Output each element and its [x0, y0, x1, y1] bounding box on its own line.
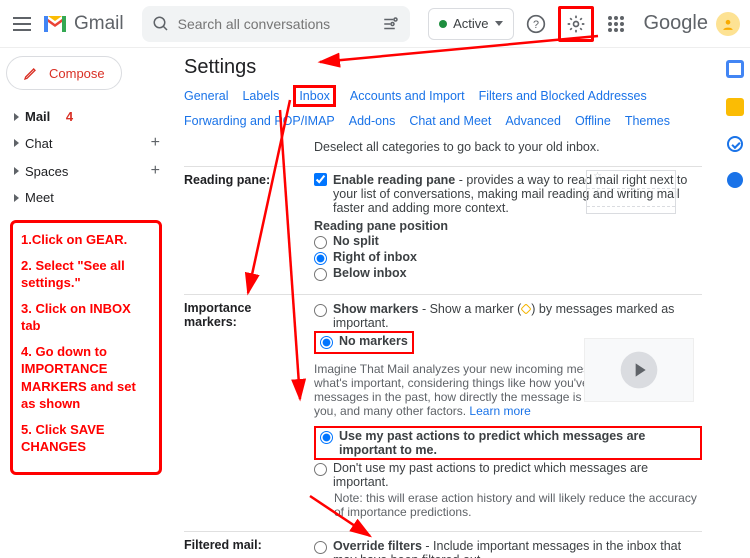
- use-past-highlight: Use my past actions to predict which mes…: [314, 426, 702, 460]
- play-icon: [619, 350, 659, 390]
- tab-advanced[interactable]: Advanced: [505, 114, 561, 128]
- header: Gmail Active ? Google: [0, 0, 750, 48]
- active-dot-icon: [439, 20, 447, 28]
- below-inbox-radio[interactable]: [314, 268, 327, 281]
- enable-reading-pane-checkbox[interactable]: [314, 173, 327, 186]
- keep-icon[interactable]: [726, 98, 744, 116]
- active-label: Active: [453, 16, 488, 31]
- tab-general[interactable]: General: [184, 89, 228, 106]
- right-inbox-radio[interactable]: [314, 252, 327, 265]
- tasks-icon[interactable]: [727, 136, 743, 152]
- deselect-note: Deselect all categories to go back to yo…: [314, 140, 702, 154]
- no-markers-radio[interactable]: [320, 336, 333, 349]
- caret-icon: [14, 113, 19, 121]
- illustration-placeholder: [584, 338, 694, 402]
- compose-button[interactable]: Compose: [6, 56, 122, 90]
- tab-filters[interactable]: Filters and Blocked Addresses: [479, 89, 647, 106]
- side-panel: [720, 48, 750, 558]
- tab-forwarding[interactable]: Forwarding and POP/IMAP: [184, 114, 335, 128]
- gear-highlight: [558, 6, 594, 42]
- help-icon[interactable]: ?: [522, 10, 550, 38]
- tab-chatmeet[interactable]: Chat and Meet: [409, 114, 491, 128]
- settings-tabs: General Labels Inbox Accounts and Import…: [184, 89, 702, 128]
- search-bar[interactable]: [142, 6, 410, 42]
- chevron-down-icon: [495, 21, 503, 27]
- dont-use-past-radio[interactable]: [314, 463, 327, 476]
- page-title: Settings: [184, 56, 702, 79]
- avatar[interactable]: [716, 12, 740, 36]
- svg-text:?: ?: [532, 19, 538, 31]
- avatar-icon: [721, 17, 735, 31]
- filtered-label: Filtered mail:: [184, 538, 304, 552]
- sidebar-item-chat[interactable]: Chat +: [6, 129, 164, 157]
- use-past-radio[interactable]: [320, 431, 333, 444]
- no-split-radio[interactable]: [314, 236, 327, 249]
- tab-inbox-wrapper: Inbox: [293, 89, 336, 106]
- tab-addons[interactable]: Add-ons: [349, 114, 396, 128]
- sidebar-item-mail[interactable]: Mail 4: [6, 104, 164, 129]
- tune-icon[interactable]: [382, 15, 400, 33]
- reading-pane-label: Reading pane:: [184, 173, 304, 187]
- override-filters-radio[interactable]: [314, 541, 327, 554]
- search-input[interactable]: [178, 16, 374, 32]
- settings-gear-icon[interactable]: [562, 10, 590, 38]
- plus-icon[interactable]: +: [151, 134, 160, 152]
- gmail-text: Gmail: [74, 13, 124, 35]
- sidebar-item-spaces[interactable]: Spaces +: [6, 157, 164, 185]
- caret-icon: [14, 139, 19, 147]
- plus-icon[interactable]: +: [151, 162, 160, 180]
- caret-icon: [14, 194, 19, 202]
- instruction-overlay: 1.Click on GEAR. 2. Select "See all sett…: [10, 220, 162, 475]
- no-markers-highlight: No markers: [314, 331, 414, 354]
- compose-label: Compose: [49, 66, 105, 81]
- google-logo-text: Google: [644, 12, 709, 35]
- importance-label: Importance markers:: [184, 301, 304, 329]
- apps-icon[interactable]: [602, 10, 630, 38]
- tab-inbox[interactable]: Inbox: [293, 85, 336, 107]
- contacts-icon[interactable]: [727, 172, 743, 188]
- search-icon: [152, 15, 170, 33]
- learn-more-link[interactable]: Learn more: [469, 404, 530, 418]
- show-markers-radio[interactable]: [314, 304, 327, 317]
- reading-pos-heading: Reading pane position: [314, 219, 702, 233]
- tab-offline[interactable]: Offline: [575, 114, 611, 128]
- categories-preview: ☆☆: [586, 170, 676, 214]
- tab-themes[interactable]: Themes: [625, 114, 670, 128]
- calendar-icon[interactable]: [726, 60, 744, 78]
- gmail-logo: Gmail: [42, 13, 124, 35]
- sidebar-item-meet[interactable]: Meet: [6, 185, 164, 210]
- menu-icon[interactable]: [10, 12, 34, 36]
- tab-accounts[interactable]: Accounts and Import: [350, 89, 465, 106]
- status-chip[interactable]: Active: [428, 8, 513, 40]
- gmail-m-icon: [42, 14, 68, 34]
- mail-count: 4: [66, 109, 73, 124]
- pencil-icon: [23, 65, 39, 81]
- tab-labels[interactable]: Labels: [242, 89, 279, 106]
- caret-icon: [14, 167, 19, 175]
- main-content: Settings General Labels Inbox Accounts a…: [170, 48, 720, 558]
